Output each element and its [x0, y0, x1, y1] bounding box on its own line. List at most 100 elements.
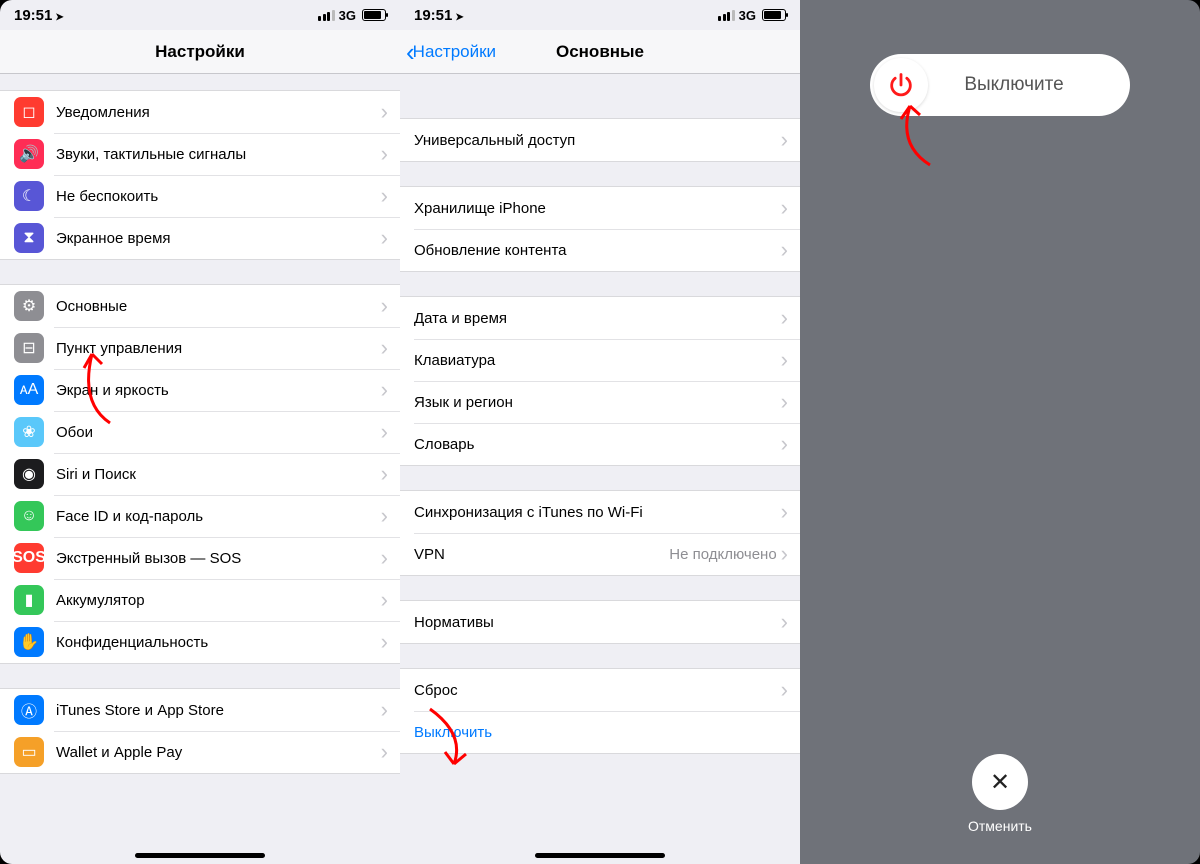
chevron-right-icon: › [781, 305, 788, 331]
row-label: Универсальный доступ [414, 132, 781, 149]
power-knob[interactable] [874, 58, 928, 112]
list-item[interactable]: ▮Аккумулятор› [0, 579, 400, 621]
cancel-button[interactable]: ✕ [972, 754, 1028, 810]
list-item[interactable]: ⒶiTunes Store и App Store› [0, 689, 400, 731]
status-bar: 19:51➤ 3G [0, 0, 400, 30]
list-item[interactable]: Универсальный доступ› [400, 119, 800, 161]
row-label: VPN [414, 546, 669, 563]
chevron-right-icon: › [781, 541, 788, 567]
notifications-icon: ◻ [14, 97, 44, 127]
row-value: Не подключено [669, 546, 776, 563]
close-icon: ✕ [990, 768, 1010, 797]
privacy-icon: ✋ [14, 627, 44, 657]
row-label: Основные [56, 298, 381, 315]
wallpaper-icon: ❀ [14, 417, 44, 447]
row-label: Не беспокоить [56, 188, 381, 205]
battery-icon [762, 9, 786, 21]
nav-bar: ‹Настройки Основные [400, 30, 800, 74]
siri-icon: ◉ [14, 459, 44, 489]
status-time: 19:51 [14, 7, 52, 24]
location-icon: ➤ [455, 12, 463, 23]
list-item[interactable]: ◉Siri и Поиск› [0, 453, 400, 495]
row-label: Хранилище iPhone [414, 200, 781, 217]
list-item[interactable]: Словарь› [400, 423, 800, 465]
chevron-right-icon: › [781, 499, 788, 525]
chevron-right-icon: › [381, 99, 388, 125]
chevron-right-icon: › [381, 141, 388, 167]
chevron-right-icon: › [781, 195, 788, 221]
chevron-right-icon: › [381, 335, 388, 361]
status-bar: 19:51➤ 3G [400, 0, 800, 30]
chevron-right-icon: › [781, 431, 788, 457]
list-item[interactable]: VPNНе подключено › [400, 533, 800, 575]
carrier-label: 3G [339, 8, 356, 23]
list-item[interactable]: ☺Face ID и код-пароль› [0, 495, 400, 537]
list-item[interactable]: Хранилище iPhone› [400, 187, 800, 229]
wallet-icon: ▭ [14, 737, 44, 767]
row-label: Звуки, тактильные сигналы [56, 146, 381, 163]
back-button[interactable]: ‹Настройки [406, 30, 496, 73]
list-item[interactable]: Синхронизация с iTunes по Wi-Fi› [400, 491, 800, 533]
cancel-label: Отменить [968, 818, 1032, 834]
battery-icon [362, 9, 386, 21]
list-item[interactable]: Нормативы› [400, 601, 800, 643]
chevron-right-icon: › [781, 237, 788, 263]
chevron-right-icon: › [381, 183, 388, 209]
general-settings-screen: 19:51➤ 3G ‹Настройки Основные Универсаль… [400, 0, 800, 864]
chevron-right-icon: › [781, 347, 788, 373]
home-indicator[interactable] [535, 853, 665, 858]
list-item[interactable]: ❀ Обои› [0, 411, 400, 453]
list-item[interactable]: ᴀAЭкран и яркость› [0, 369, 400, 411]
list-item[interactable]: SOSЭкстренный вызов — SOS› [0, 537, 400, 579]
power-icon [887, 71, 915, 99]
chevron-right-icon: › [381, 225, 388, 251]
row-label: iTunes Store и App Store [56, 702, 381, 719]
row-label: Экранное время [56, 230, 381, 247]
itunes-icon: Ⓐ [14, 695, 44, 725]
location-icon: ➤ [55, 12, 63, 23]
list-item[interactable]: ✋ Конфиденциальность› [0, 621, 400, 663]
list-item[interactable]: ◻ Уведомления› [0, 91, 400, 133]
list-item[interactable]: Дата и время› [400, 297, 800, 339]
row-label: Синхронизация с iTunes по Wi-Fi [414, 504, 781, 521]
general-list[interactable]: Универсальный доступ› Хранилище iPhone›О… [400, 118, 800, 754]
list-item[interactable]: Клавиатура› [400, 339, 800, 381]
list-item[interactable]: Обновление контента› [400, 229, 800, 271]
signal-icon [718, 10, 735, 21]
row-label: Аккумулятор [56, 592, 381, 609]
chevron-right-icon: › [381, 629, 388, 655]
chevron-right-icon: › [381, 739, 388, 765]
power-off-screen: Выключите ✕ Отменить [800, 0, 1200, 864]
row-label: Обои [56, 424, 381, 441]
list-item[interactable]: Выключить [400, 711, 800, 753]
row-label: Словарь [414, 436, 781, 453]
row-label: Обновление контента [414, 242, 781, 259]
row-label: Дата и время [414, 310, 781, 327]
chevron-right-icon: › [381, 377, 388, 403]
chevron-right-icon: › [381, 697, 388, 723]
list-item[interactable]: 🔊Звуки, тактильные сигналы› [0, 133, 400, 175]
list-item[interactable]: ▭Wallet и Apple Pay› [0, 731, 400, 773]
row-label: Экстренный вызов — SOS [56, 550, 381, 567]
list-item[interactable]: ⚙Основные› [0, 285, 400, 327]
list-item[interactable]: ⊟Пункт управления› [0, 327, 400, 369]
general-icon: ⚙ [14, 291, 44, 321]
chevron-right-icon: › [381, 419, 388, 445]
control-center-icon: ⊟ [14, 333, 44, 363]
row-label: Клавиатура [414, 352, 781, 369]
chevron-right-icon: › [781, 677, 788, 703]
list-item[interactable]: Язык и регион› [400, 381, 800, 423]
slide-to-power-off[interactable]: Выключите [870, 54, 1130, 116]
chevron-right-icon: › [381, 503, 388, 529]
list-item[interactable]: ⧗Экранное время› [0, 217, 400, 259]
settings-list[interactable]: ◻Уведомления›🔊Звуки, тактильные сигналы›… [0, 90, 400, 774]
row-label: Экран и яркость [56, 382, 381, 399]
row-label: Уведомления [56, 104, 381, 121]
row-label: Сброс [414, 682, 781, 699]
row-label: Конфиденциальность [56, 634, 381, 651]
chevron-right-icon: › [381, 461, 388, 487]
list-item[interactable]: ☾Не беспокоить› [0, 175, 400, 217]
page-title: Основные [556, 42, 644, 62]
home-indicator[interactable] [135, 853, 265, 858]
list-item[interactable]: Сброс› [400, 669, 800, 711]
